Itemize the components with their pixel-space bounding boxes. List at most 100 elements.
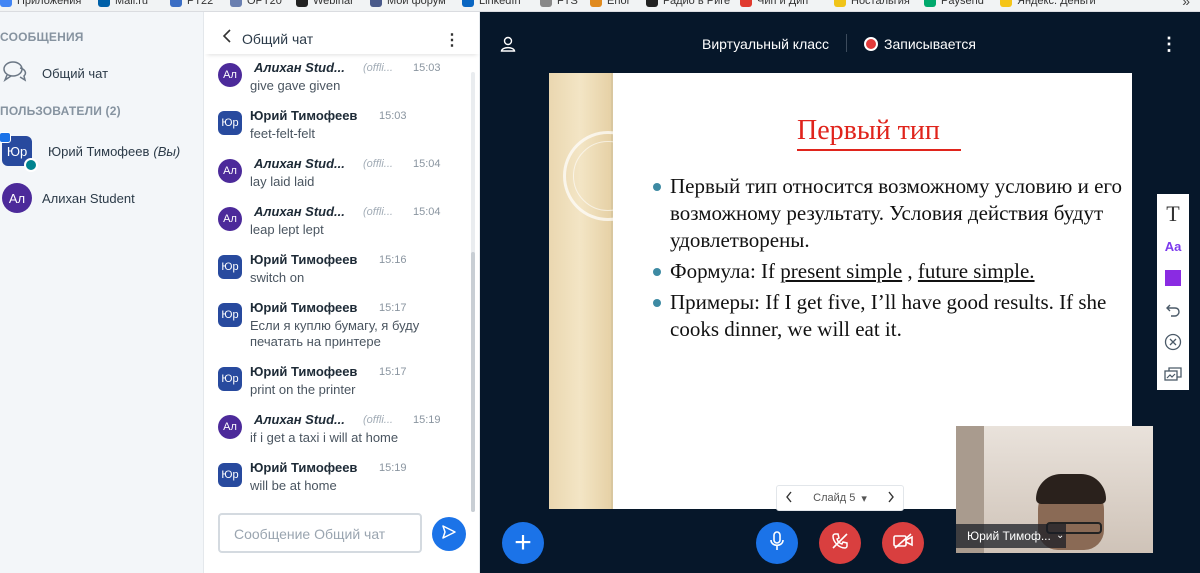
- multi-user-whiteboard-icon[interactable]: [1157, 358, 1189, 390]
- bookmark-item[interactable]: FTS: [540, 0, 578, 7]
- message-time: 15:19: [379, 462, 407, 474]
- user-row-student[interactable]: Ал Алихан Student: [2, 183, 135, 213]
- bookmark-label: Мой форум: [387, 0, 446, 7]
- bookmark-item[interactable]: Яндекс. Деньги: [1000, 0, 1096, 7]
- chevron-left-icon[interactable]: [785, 491, 793, 506]
- slide-decoration-ring: [573, 141, 643, 211]
- avatar: Юр: [218, 111, 242, 135]
- message-author: Юрий Тимофеев: [250, 460, 358, 475]
- bullet-dot: [653, 183, 661, 191]
- chevron-down-icon[interactable]: ⌄: [1056, 530, 1064, 541]
- bookmark-item[interactable]: Приложения: [0, 0, 81, 7]
- bookmark-item[interactable]: LinkedIn: [462, 0, 521, 7]
- actions-button[interactable]: +: [502, 522, 544, 564]
- bookmark-item[interactable]: Mail.ru: [98, 0, 148, 7]
- bookmark-icon: [924, 0, 936, 7]
- chevron-left-icon[interactable]: [222, 29, 232, 48]
- slide-bullet: Формула: If present simple , future simp…: [653, 258, 1123, 285]
- chat-message: Юр Юрий Тимофеев 15:03 feet-felt-felt: [218, 106, 468, 150]
- clear-icon[interactable]: [1157, 326, 1189, 358]
- bookmark-item[interactable]: Webinar: [296, 0, 354, 7]
- public-chat-link[interactable]: Общий чат: [2, 60, 108, 87]
- offline-status: (offli...: [363, 158, 393, 170]
- bookmarks-more-icon[interactable]: »: [1182, 0, 1190, 9]
- recording-icon[interactable]: [864, 37, 878, 51]
- bookmark-item[interactable]: PT22: [170, 0, 213, 7]
- chat-scrollbar[interactable]: [471, 72, 475, 512]
- bookmark-item[interactable]: Радио в Риге: [646, 0, 730, 7]
- microphone-button[interactable]: [756, 522, 798, 564]
- message-text: switch on: [250, 270, 305, 285]
- messages-section-title: СООБЩЕНИЯ: [0, 30, 84, 44]
- chevron-right-icon[interactable]: [887, 491, 895, 506]
- chat-message: Ал Алихан Stud... (offli... 15:19 if i get a…: [218, 410, 468, 454]
- users-panel: СООБЩЕНИЯ Общий чат ПОЛЬЗОВАТЕЛИ (2) Юр …: [0, 12, 204, 573]
- color-picker-button[interactable]: [1157, 262, 1189, 294]
- bookmark-icon: [462, 0, 474, 7]
- leave-audio-button[interactable]: [819, 522, 861, 564]
- bookmark-item[interactable]: Мой форум: [370, 0, 446, 7]
- bullet-text: Первый тип относится возможному условию …: [670, 174, 1123, 252]
- message-author: Алихан Stud...: [254, 412, 345, 427]
- message-text: lay laid laid: [250, 174, 315, 189]
- camera-button[interactable]: [882, 522, 924, 564]
- bookmark-icon: [540, 0, 552, 7]
- avatar: Ал: [218, 207, 242, 231]
- bookmark-item[interactable]: OPT20: [230, 0, 282, 7]
- bookmark-label: Приложения: [17, 0, 82, 7]
- bookmark-label: Paysend: [941, 0, 984, 7]
- chat-message-input[interactable]: Сообщение Общий чат: [218, 513, 422, 553]
- bookmark-item[interactable]: Ностальгия: [834, 0, 910, 7]
- bookmark-item[interactable]: Чип и Дип: [740, 0, 808, 7]
- offline-status: (offli...: [363, 206, 393, 218]
- chat-message: Юр Юрий Тимофеев 15:17 print on the printer: [218, 362, 468, 406]
- public-chat-label: Общий чат: [42, 66, 109, 81]
- chat-message: Ал Алихан Stud... (offli... 15:04 lay laid l…: [218, 154, 468, 198]
- slide-select[interactable]: Слайд 5 ▾: [813, 492, 867, 505]
- avatar: Ал: [218, 415, 242, 439]
- more-vertical-icon[interactable]: ⋮: [1160, 34, 1178, 55]
- bullet-dot: [653, 299, 661, 307]
- scroll-thumb[interactable]: [471, 252, 475, 512]
- color-swatch-icon: [1165, 270, 1181, 286]
- message-time: 15:03: [413, 62, 441, 74]
- bullet-text: Примеры: If I get five, I’ll have good r…: [670, 290, 1107, 341]
- chat-header: Общий чат ⋮: [204, 12, 480, 54]
- message-time: 15:17: [379, 302, 407, 314]
- bookmark-icon: [740, 0, 752, 7]
- bookmark-label: OPT20: [247, 0, 282, 7]
- bookmark-item[interactable]: Paysend: [924, 0, 984, 7]
- avatar: Юр: [218, 303, 242, 327]
- chat-message: Юр Юрий Тимофеев 15:19 will be at home: [218, 458, 468, 502]
- font-size-icon[interactable]: Aa: [1157, 230, 1189, 262]
- message-text: Если я куплю бумагу, я буду печатать на …: [250, 318, 420, 349]
- message-author: Алихан Stud...: [254, 204, 345, 219]
- bookmark-label: FTS: [557, 0, 578, 7]
- bookmark-label: Mail.ru: [115, 0, 149, 7]
- bookmark-icon: [296, 0, 308, 7]
- microphone-icon: [768, 530, 786, 556]
- send-button[interactable]: [432, 517, 466, 551]
- webcam-user-name[interactable]: Юрий Тимоф...: [956, 524, 1066, 548]
- message-time: 15:19: [413, 414, 441, 426]
- slide-bullet: Первый тип относится возможному условию …: [653, 173, 1123, 254]
- slide-bullet: Примеры: If I get five, I’ll have good r…: [653, 289, 1123, 343]
- more-vertical-icon[interactable]: ⋮: [444, 30, 460, 50]
- message-text: leap lept lept: [250, 222, 324, 237]
- bookmarks-bar: Приложения Mail.ru PT22 OPT20 Webinar Мой фор…: [0, 0, 1200, 12]
- webcam-video[interactable]: Юрий Тимоф... ⌄: [956, 426, 1153, 553]
- bookmark-item[interactable]: Enor: [590, 0, 630, 7]
- recording-label[interactable]: Записывается: [884, 36, 976, 52]
- bookmark-label: Чип и Дип: [757, 0, 809, 7]
- bookmark-icon: [98, 0, 110, 7]
- whiteboard-toolbar: T Aa: [1157, 194, 1189, 390]
- message-author: Юрий Тимофеев: [250, 252, 358, 267]
- user-list-toggle-icon[interactable]: [500, 36, 516, 57]
- undo-icon[interactable]: [1157, 294, 1189, 326]
- message-list: Ал Алихан Stud... (offli... 15:03 give gave …: [204, 58, 480, 508]
- send-icon: [441, 524, 457, 545]
- text-tool-icon[interactable]: T: [1157, 198, 1189, 230]
- user-row-self[interactable]: Юр Юрий Тимофеев (Вы): [0, 132, 180, 172]
- chat-title[interactable]: Общий чат: [242, 31, 313, 47]
- message-text: if i get a taxi i will at home: [250, 430, 399, 445]
